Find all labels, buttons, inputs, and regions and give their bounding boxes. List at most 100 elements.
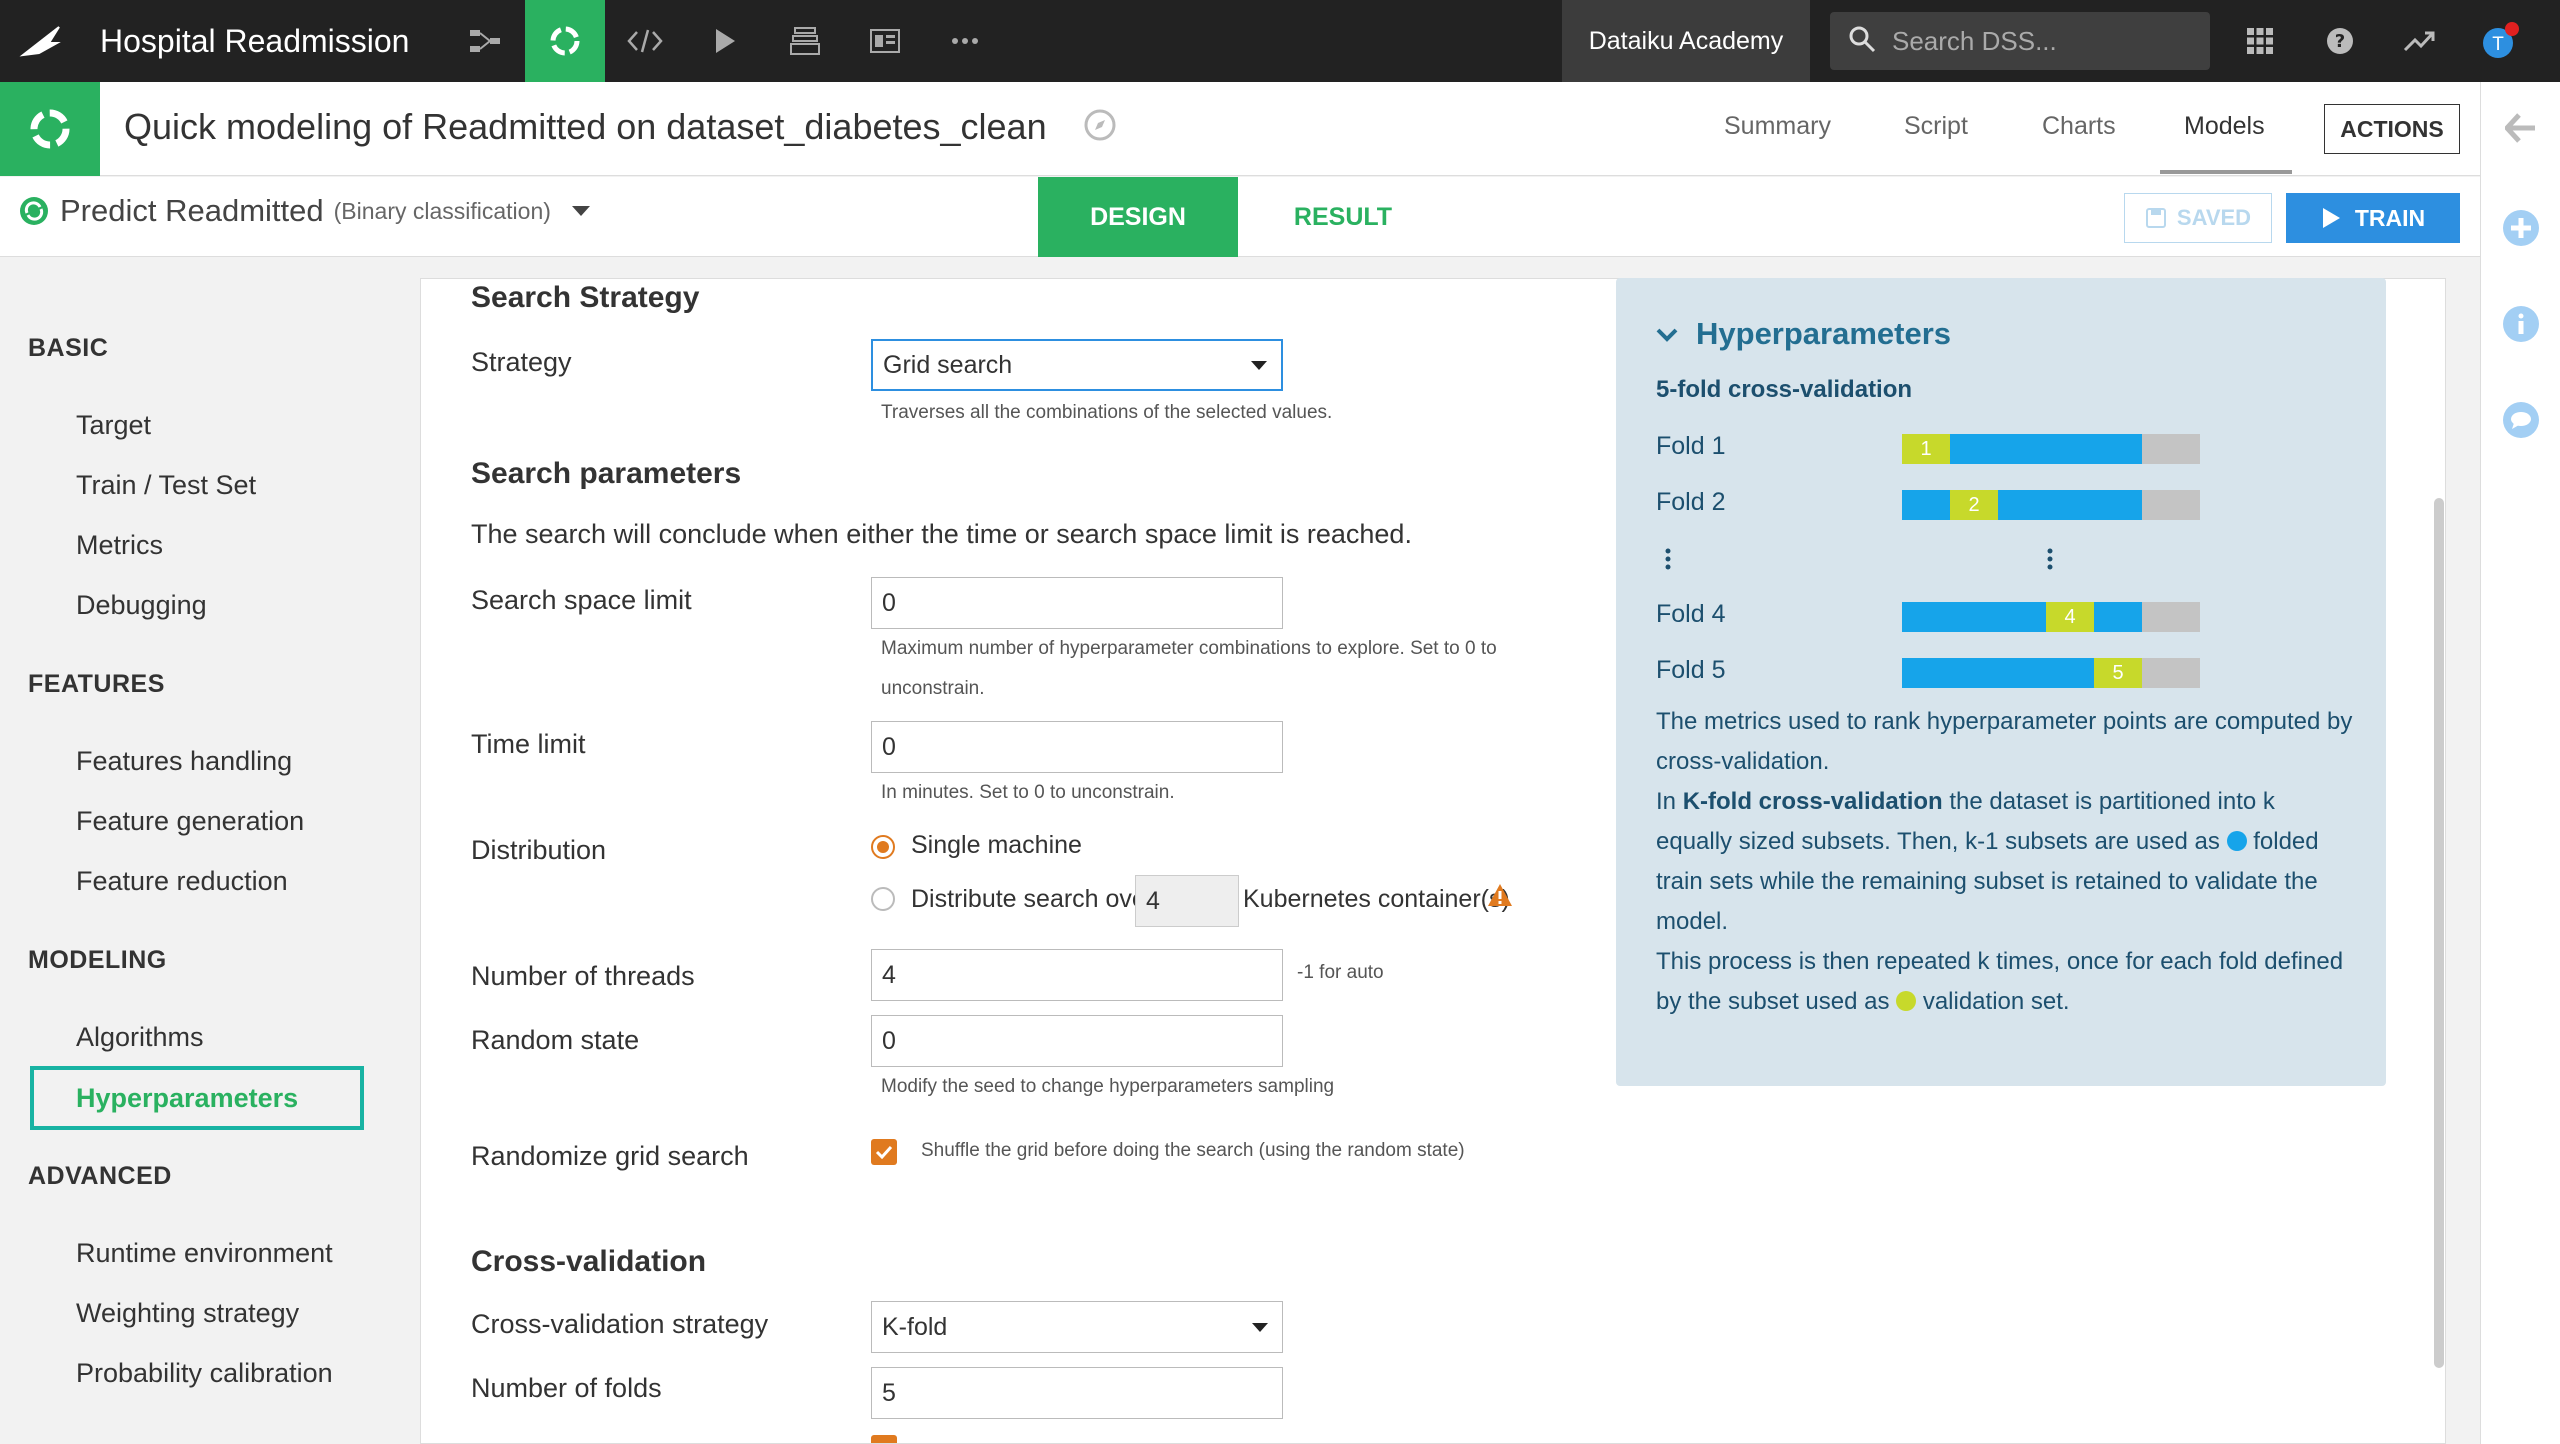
sidebar-item-feature-reduction[interactable]: Feature reduction <box>76 866 288 897</box>
sidebar-item-features-handling[interactable]: Features handling <box>76 746 292 777</box>
apps-grid-icon[interactable] <box>2220 0 2300 82</box>
train-label: TRAIN <box>2354 204 2426 231</box>
tab-summary[interactable]: Summary <box>1724 112 1831 141</box>
compass-icon[interactable] <box>1083 108 1117 151</box>
strategy-label: Strategy <box>471 347 572 377</box>
sidebar-item-probability-calibration[interactable]: Probability calibration <box>76 1358 333 1389</box>
project-name[interactable]: Hospital Readmission <box>100 23 409 60</box>
actions-button[interactable]: ACTIONS <box>2324 104 2460 154</box>
single-machine-radio[interactable] <box>871 835 895 859</box>
train-segment <box>1998 490 2142 520</box>
saved-label: SAVED <box>2176 205 2252 230</box>
validation-segment: 2 <box>1950 490 1998 520</box>
sidebar-item-target[interactable]: Target <box>76 410 151 441</box>
tab-result[interactable]: RESULT <box>1238 177 1448 257</box>
containers-count-input[interactable]: 4 <box>1135 875 1239 927</box>
time-limit-label: Time limit <box>471 729 586 759</box>
sidebar-item-runtime-environment[interactable]: Runtime environment <box>76 1238 333 1269</box>
activity-trend-icon[interactable] <box>2380 0 2460 82</box>
sidebar-item-train-test-set[interactable]: Train / Test Set <box>76 470 256 501</box>
sidebar-item-weighting-strategy[interactable]: Weighting strategy <box>76 1298 299 1329</box>
plus-circle-icon[interactable] <box>2501 208 2541 248</box>
train-segment <box>2094 602 2142 632</box>
section-modeling: MODELING <box>28 946 167 974</box>
dashboard-icon[interactable] <box>845 0 925 82</box>
sidebar-item-feature-generation[interactable]: Feature generation <box>76 806 304 837</box>
info-description: The metrics used to rank hyperparameter … <box>1656 702 2356 1022</box>
chat-icon[interactable] <box>2501 400 2541 440</box>
top-navbar: Hospital Readmission Dataiku Academy ? T <box>0 0 2560 82</box>
stack-icon[interactable] <box>765 0 845 82</box>
section-basic: BASIC <box>28 334 109 362</box>
threads-input[interactable]: 4 <box>871 949 1283 1001</box>
strategy-select[interactable]: Grid search <box>871 339 1283 391</box>
user-avatar[interactable]: T <box>2460 0 2540 82</box>
partial-checkbox[interactable] <box>871 1435 897 1443</box>
design-sidebar: BASIC Target Train / Test Set Metrics De… <box>0 258 420 1444</box>
kfold-bold: K-fold cross-validation <box>1682 788 1943 815</box>
code-icon[interactable] <box>605 0 685 82</box>
back-arrow-icon[interactable] <box>2501 108 2541 148</box>
help-icon[interactable]: ? <box>2300 0 2380 82</box>
more-icon[interactable] <box>925 0 1005 82</box>
threads-label: Number of threads <box>471 961 695 991</box>
sidebar-item-algorithms[interactable]: Algorithms <box>76 1022 204 1053</box>
sidebar-item-metrics[interactable]: Metrics <box>76 530 163 561</box>
search-box[interactable] <box>1830 12 2210 70</box>
panel-scrollbar[interactable] <box>2434 498 2444 1368</box>
dataiku-bird-logo[interactable] <box>0 0 82 82</box>
threads-help: -1 for auto <box>1297 962 1384 983</box>
ellipsis-vertical-icon <box>1664 548 1672 570</box>
tab-charts[interactable]: Charts <box>2042 112 2116 141</box>
folds-input[interactable]: 5 <box>871 1367 1283 1419</box>
tab-design[interactable]: DESIGN <box>1038 177 1238 257</box>
test-segment <box>2142 658 2200 688</box>
single-machine-label[interactable]: Single machine <box>911 831 1082 860</box>
sidebar-item-debugging[interactable]: Debugging <box>76 590 207 621</box>
train-button[interactable]: TRAIN <box>2286 193 2460 243</box>
saved-button[interactable]: SAVED <box>2124 193 2272 243</box>
chevron-down-icon[interactable] <box>571 205 591 217</box>
distribution-label: Distribution <box>471 835 607 865</box>
active-tab-underline <box>2160 170 2292 174</box>
cross-validation-heading: Cross-validation <box>471 1245 707 1278</box>
warning-icon <box>1487 883 1513 912</box>
avatar-initial: T <box>2492 34 2504 55</box>
test-segment <box>2142 602 2200 632</box>
time-limit-input[interactable]: 0 <box>871 721 1283 773</box>
info-subtitle: 5-fold cross-validation <box>1656 376 1913 403</box>
validation-segment: 4 <box>2046 602 2094 632</box>
fold-label: Fold 4 <box>1656 600 1726 628</box>
ellipsis-vertical-icon <box>2046 548 2054 570</box>
info-title: Hyperparameters <box>1696 316 1952 351</box>
search-space-help-line1: Maximum number of hyperparameter combina… <box>881 638 1497 659</box>
randomize-grid-checkbox[interactable] <box>871 1139 897 1165</box>
cv-strategy-select[interactable]: K-fold <box>871 1301 1283 1353</box>
prediction-task-icon <box>18 195 50 227</box>
random-state-input[interactable]: 0 <box>871 1015 1283 1067</box>
lab-icon[interactable] <box>525 0 606 82</box>
fold-label: Fold 5 <box>1656 656 1726 684</box>
dataiku-academy-link[interactable]: Dataiku Academy <box>1562 0 1810 82</box>
search-strategy-heading: Search Strategy <box>471 281 700 314</box>
fold-bar: 1 <box>1902 434 2200 464</box>
distribute-radio[interactable] <box>871 887 895 911</box>
strategy-help: Traverses all the combinations of the se… <box>881 402 1333 423</box>
tab-script[interactable]: Script <box>1904 112 1968 141</box>
play-icon[interactable] <box>685 0 765 82</box>
caret-down-icon <box>1251 360 1267 370</box>
randomize-grid-help: Shuffle the grid before doing the search… <box>921 1140 1465 1161</box>
tab-models[interactable]: Models <box>2184 112 2265 141</box>
task-title[interactable]: Predict Readmitted (Binary classificatio… <box>18 193 591 229</box>
train-segment <box>1902 602 2046 632</box>
chevron-down-icon[interactable] <box>1656 328 1678 347</box>
search-space-limit-label: Search space limit <box>471 585 692 615</box>
flow-icon[interactable] <box>445 0 525 82</box>
sidebar-item-hyperparameters[interactable]: Hyperparameters <box>30 1066 364 1130</box>
search-space-limit-input[interactable]: 0 <box>871 577 1283 629</box>
distribute-label[interactable]: Distribute search over <box>911 885 1154 914</box>
fold-label: Fold 2 <box>1656 488 1726 516</box>
info-icon[interactable] <box>2501 304 2541 344</box>
search-input[interactable] <box>1892 25 2192 57</box>
test-segment <box>2142 490 2200 520</box>
